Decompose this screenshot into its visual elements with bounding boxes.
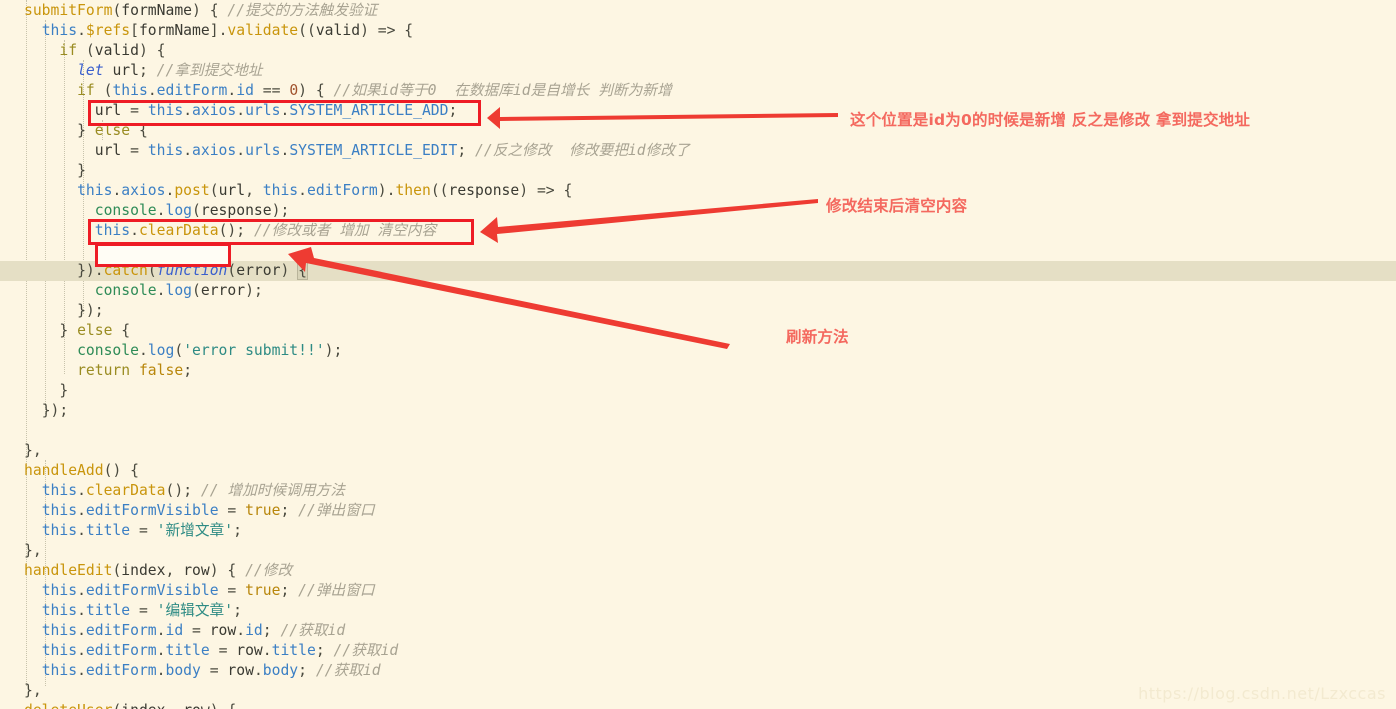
- code-line: return false;: [77, 362, 193, 379]
- code-line: this.search();: [94, 242, 219, 259]
- code-line: console.log('error submit!!');: [77, 342, 343, 359]
- code-line: url = this.axios.urls.SYSTEM_ARTICLE_EDI…: [94, 142, 690, 159]
- code-line: this.editForm.title = row.title; //获取id: [41, 642, 399, 659]
- code-line: } else {: [77, 122, 148, 139]
- code-line: console.log(error);: [94, 282, 263, 299]
- code-line: handleAdd() {: [24, 462, 139, 479]
- code-line: },: [24, 542, 42, 559]
- code-line: submitForm(formName) { //提交的方法触发验证: [24, 2, 378, 19]
- code-line: console.log(response);: [94, 202, 290, 219]
- code-line: this.editFormVisible = true; //弹出窗口: [41, 582, 375, 599]
- code-line: this.clearData(); // 增加时候调用方法: [41, 482, 345, 499]
- code-line: }: [77, 162, 86, 179]
- code-line: this.title = '新增文章';: [41, 522, 242, 539]
- code-line: this.editForm.body = row.body; //获取id: [41, 662, 381, 679]
- code-editor-screenshot: submitForm(formName) { //提交的方法触发验证 this.…: [0, 0, 1396, 709]
- code-line: },: [24, 442, 42, 459]
- code-line: this.axios.post(url, this.editForm).then…: [77, 182, 573, 199]
- code-line: this.title = '编辑文章';: [41, 602, 242, 619]
- code-line: this.$refs[formName].validate((valid) =>…: [41, 22, 414, 39]
- code-line: }).catch(function(error) {: [0, 261, 1396, 281]
- code-line: });: [41, 402, 69, 419]
- csdn-watermark: https://blog.csdn.net/Lzxccas: [1138, 684, 1386, 703]
- code-line: });: [77, 302, 104, 319]
- code-line: if (this.editForm.id == 0) { //如果id等于0 在…: [77, 82, 672, 99]
- code-line: url = this.axios.urls.SYSTEM_ARTICLE_ADD…: [94, 102, 458, 119]
- code-line: let url; //拿到提交地址: [77, 62, 263, 79]
- code-line: handleEdit(index, row) { //修改: [24, 562, 293, 579]
- code-line: this.editFormVisible = true; //弹出窗口: [41, 502, 375, 519]
- code-line: } else {: [59, 322, 131, 339]
- code-line: if (valid) {: [59, 42, 166, 59]
- code-line: this.clearData(); //修改或者 增加 清空内容: [94, 222, 437, 239]
- code-line: }: [59, 382, 69, 399]
- source-code: submitForm(formName) { //提交的方法触发验证 this.…: [0, 0, 1396, 709]
- code-line: this.editForm.id = row.id; //获取id: [41, 622, 346, 639]
